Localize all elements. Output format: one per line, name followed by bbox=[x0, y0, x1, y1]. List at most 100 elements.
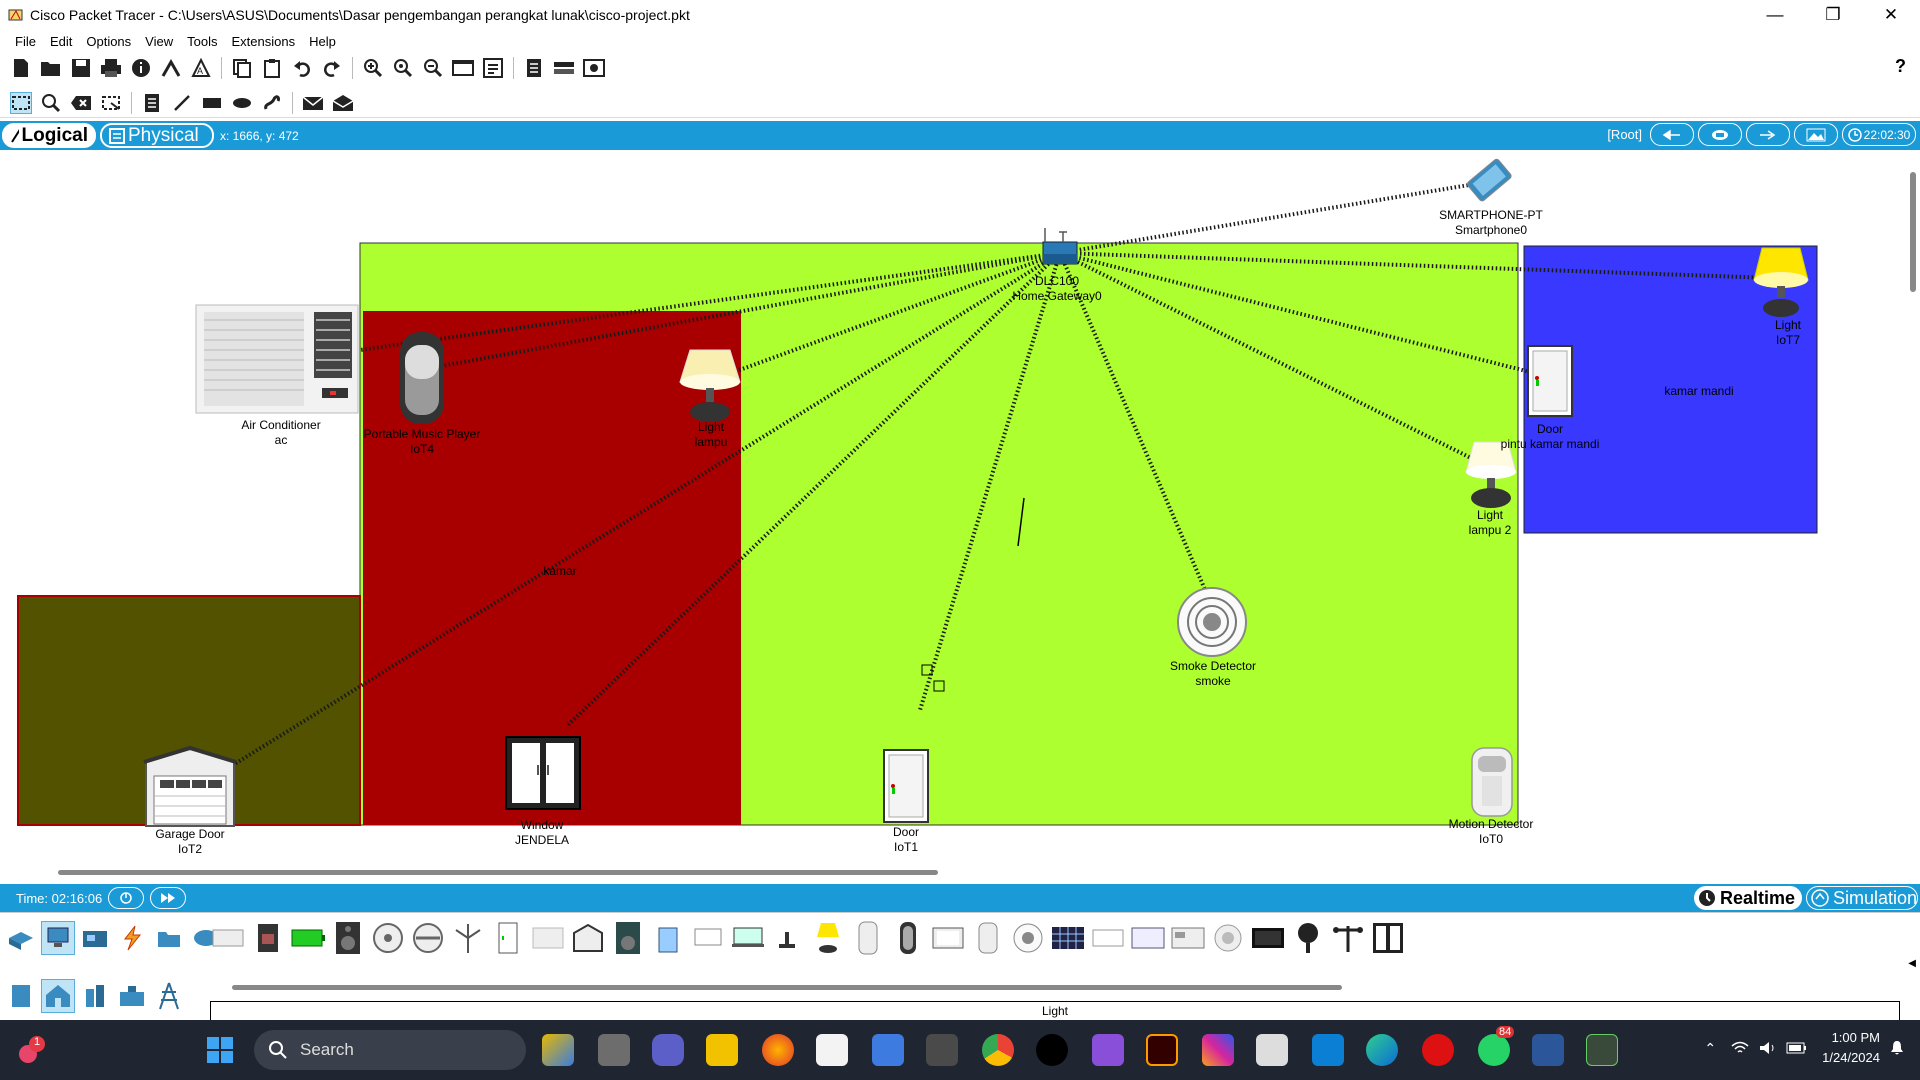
help-icon[interactable]: ? bbox=[1895, 56, 1906, 77]
battery-icon[interactable] bbox=[1786, 1041, 1808, 1055]
device-double-window-icon[interactable] bbox=[1370, 919, 1406, 957]
zoom-reset-icon[interactable] bbox=[392, 57, 414, 79]
smart-city-icon[interactable] bbox=[78, 979, 112, 1013]
workspace-horizontal-scrollbar[interactable] bbox=[58, 870, 938, 875]
tab-physical[interactable]: Physical bbox=[100, 123, 214, 148]
device-webcam2-icon[interactable] bbox=[1290, 919, 1326, 957]
menu-view[interactable]: View bbox=[138, 34, 180, 49]
power-grid-icon[interactable] bbox=[152, 979, 186, 1013]
device-garage-door-icon[interactable] bbox=[570, 919, 606, 957]
notes-icon[interactable] bbox=[523, 57, 545, 79]
device-monitor-icon[interactable] bbox=[690, 919, 726, 957]
set-background-button[interactable] bbox=[1794, 123, 1838, 146]
smoke-detector-icon[interactable] bbox=[1177, 587, 1247, 657]
device-motion-detector-icon[interactable] bbox=[850, 919, 886, 957]
tab-logical[interactable]: Logical bbox=[2, 123, 96, 148]
new-cluster-button[interactable] bbox=[1698, 123, 1742, 146]
add-complex-pdu-icon[interactable] bbox=[332, 92, 354, 114]
packet-tracer-task-icon[interactable] bbox=[1586, 1034, 1618, 1066]
device-music-player-icon[interactable] bbox=[890, 919, 926, 957]
device-light-icon[interactable] bbox=[810, 919, 846, 957]
window-jendela-icon[interactable] bbox=[505, 736, 581, 810]
door-bathroom-icon[interactable] bbox=[1527, 345, 1573, 417]
device-furnace-icon[interactable] bbox=[1170, 919, 1206, 957]
device-laptop-icon[interactable] bbox=[730, 919, 766, 957]
word-icon[interactable] bbox=[1532, 1034, 1564, 1066]
menu-help[interactable]: Help bbox=[302, 34, 343, 49]
device-smoke-detector-icon[interactable] bbox=[1010, 919, 1046, 957]
industrial-icon[interactable] bbox=[115, 979, 149, 1013]
vm-app-icon[interactable] bbox=[926, 1034, 958, 1066]
tiktok-icon[interactable] bbox=[1036, 1034, 1068, 1066]
close-button[interactable]: ✕ bbox=[1862, 0, 1920, 30]
palette-collapse-arrow[interactable]: ◀ bbox=[1908, 958, 1916, 969]
select-tool-icon[interactable] bbox=[10, 91, 32, 114]
simulation-mode-button[interactable]: Simulation bbox=[1806, 886, 1918, 910]
motion-detector-icon[interactable] bbox=[1471, 747, 1513, 817]
components-icon[interactable] bbox=[78, 921, 112, 955]
menu-options[interactable]: Options bbox=[79, 34, 138, 49]
garage-door-icon[interactable] bbox=[143, 745, 237, 827]
device-fan-icon[interactable] bbox=[370, 919, 406, 957]
open-folder-icon[interactable] bbox=[40, 57, 62, 79]
freeform-icon[interactable] bbox=[261, 92, 283, 114]
device-webcam-icon[interactable] bbox=[970, 919, 1006, 957]
miscellaneous-icon[interactable] bbox=[152, 921, 186, 955]
workspace-vertical-scrollbar[interactable] bbox=[1910, 172, 1916, 292]
red-app-icon[interactable] bbox=[1422, 1034, 1454, 1066]
undo-icon[interactable] bbox=[291, 57, 313, 79]
wifi-icon[interactable] bbox=[1730, 1040, 1750, 1056]
device-siren-icon[interactable] bbox=[1210, 919, 1246, 957]
device-solar-panel-icon[interactable] bbox=[1050, 919, 1086, 957]
end-devices-icon[interactable] bbox=[41, 921, 75, 955]
draw-line-icon[interactable] bbox=[171, 92, 193, 114]
draw-rectangle-icon[interactable] bbox=[201, 92, 223, 114]
windows-start-icon[interactable] bbox=[206, 1036, 234, 1064]
paste-icon[interactable] bbox=[261, 57, 283, 79]
network-devices-icon[interactable] bbox=[4, 921, 38, 955]
task-view-icon[interactable] bbox=[598, 1034, 630, 1066]
menu-tools[interactable]: Tools bbox=[180, 34, 224, 49]
fast-forward-button[interactable] bbox=[150, 887, 187, 909]
file-explorer-icon[interactable] bbox=[706, 1034, 738, 1066]
power-cycle-button[interactable] bbox=[108, 887, 145, 909]
place-note-icon[interactable] bbox=[141, 92, 163, 114]
custom-devices-icon[interactable] bbox=[482, 57, 504, 79]
device-coffee-maker-icon[interactable] bbox=[250, 919, 286, 957]
print-icon[interactable] bbox=[100, 57, 122, 79]
add-simple-pdu-icon[interactable] bbox=[302, 92, 324, 114]
firefox-icon[interactable] bbox=[762, 1034, 794, 1066]
save-icon[interactable] bbox=[70, 57, 92, 79]
device-tablet-icon[interactable] bbox=[930, 919, 966, 957]
drawing-palette-icon[interactable] bbox=[452, 57, 474, 79]
move-object-button[interactable] bbox=[1746, 123, 1790, 146]
device-antenna-icon[interactable] bbox=[1330, 919, 1366, 957]
viewport-clock-button[interactable]: 22:02:30 bbox=[1842, 123, 1916, 146]
minimize-button[interactable]: — bbox=[1746, 0, 1804, 30]
music-player-icon[interactable] bbox=[400, 332, 444, 424]
device-sprinkler-icon[interactable] bbox=[650, 919, 686, 957]
realtime-mode-button[interactable]: Realtime bbox=[1694, 886, 1802, 910]
network-info-icon[interactable]: A bbox=[190, 57, 212, 79]
home-gateway-icon[interactable] bbox=[1042, 228, 1078, 265]
device-panel-icon[interactable] bbox=[530, 919, 566, 957]
copy-icon[interactable] bbox=[231, 57, 253, 79]
home-devices-icon[interactable] bbox=[41, 979, 75, 1013]
notification-widget[interactable]: 1 bbox=[14, 1034, 48, 1068]
visual-studio-icon[interactable] bbox=[1092, 1034, 1124, 1066]
chrome-icon[interactable] bbox=[982, 1034, 1014, 1066]
draw-ellipse-icon[interactable] bbox=[231, 92, 253, 114]
door-iot1-icon[interactable] bbox=[883, 749, 929, 823]
root-breadcrumb[interactable]: [Root] bbox=[1607, 127, 1642, 142]
notepad-icon[interactable] bbox=[872, 1034, 904, 1066]
device-tv-icon[interactable] bbox=[1250, 919, 1286, 957]
activity-wizard-icon[interactable] bbox=[160, 57, 182, 79]
device-thermostat-icon[interactable] bbox=[1130, 919, 1166, 957]
instagram-icon[interactable] bbox=[1202, 1034, 1234, 1066]
notification-bell-icon[interactable] bbox=[1890, 1040, 1904, 1056]
tray-overflow-icon[interactable]: ⌃ bbox=[1704, 1040, 1716, 1057]
device-battery-icon[interactable] bbox=[290, 919, 326, 957]
edge-icon[interactable] bbox=[1366, 1034, 1398, 1066]
device-template-icon[interactable] bbox=[553, 57, 575, 79]
smartphone-icon[interactable] bbox=[1466, 158, 1512, 202]
